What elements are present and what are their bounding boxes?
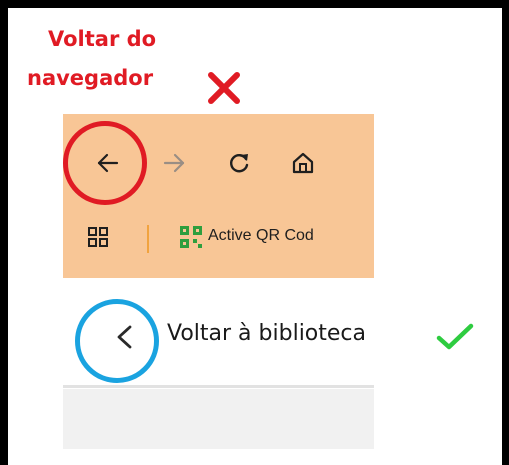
reload-icon[interactable] [226, 150, 252, 176]
back-to-library-link[interactable]: Voltar à biblioteca [167, 321, 366, 346]
x-mark-icon [208, 72, 240, 104]
qr-code-icon [180, 226, 202, 248]
apps-grid-icon[interactable] [87, 226, 109, 248]
check-mark-icon [436, 323, 474, 350]
heading-browser-back-line1: Voltar do [48, 27, 157, 51]
page-divider [63, 385, 374, 388]
bookmark-label[interactable]: Active QR Cod [208, 227, 314, 245]
home-icon[interactable] [290, 150, 316, 176]
bookmark-separator [147, 225, 149, 253]
forward-arrow-icon[interactable] [161, 150, 187, 176]
heading-browser-back-line2: navegador [27, 66, 154, 90]
highlight-browser-back-circle [63, 121, 147, 205]
chevron-left-icon[interactable] [110, 322, 140, 352]
page-content-area [63, 389, 374, 449]
